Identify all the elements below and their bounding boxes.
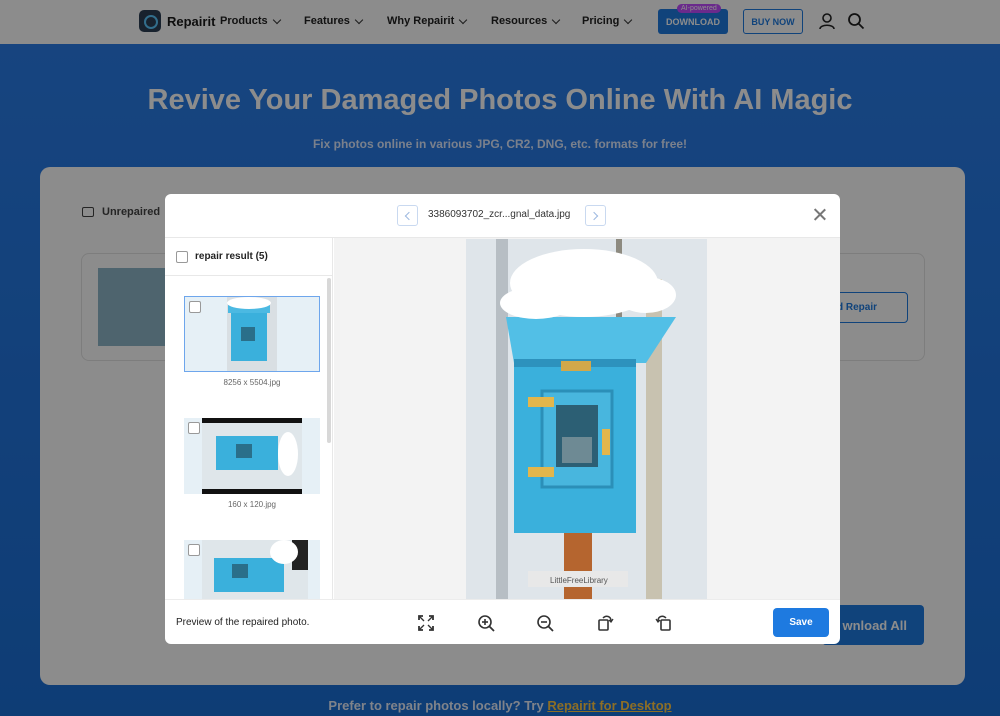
modal-header: 3386093702_zcr...gnal_data.jpg — [165, 194, 840, 238]
zoom-out-icon[interactable] — [536, 614, 554, 632]
result-item-caption: 160 x 120.jpg — [227, 500, 277, 509]
chevron-right-icon — [589, 211, 599, 220]
photo-thumbnail — [184, 540, 320, 599]
save-button[interactable]: Save — [773, 608, 829, 637]
little-free-library-image: LittleFreeLibrary — [466, 239, 707, 599]
previous-file-button[interactable] — [397, 205, 418, 226]
result-item[interactable] — [184, 418, 320, 494]
fullscreen-icon[interactable] — [417, 614, 435, 632]
item-checkbox[interactable] — [188, 422, 200, 434]
photo-thumbnail — [184, 418, 320, 494]
result-list-header: repair result (5) — [165, 238, 333, 276]
next-file-button[interactable] — [585, 205, 606, 226]
rotate-right-icon[interactable] — [655, 614, 673, 632]
modal-footer: Preview of the repaired photo. Save — [165, 599, 840, 644]
preview-modal: 3386093702_zcr...gnal_data.jpg repair re… — [165, 194, 840, 644]
item-checkbox[interactable] — [188, 544, 200, 556]
repaired-photo: LittleFreeLibrary — [466, 239, 707, 599]
result-item[interactable] — [184, 540, 320, 599]
list-scrollbar[interactable] — [327, 278, 331, 443]
photo-sign-text: LittleFreeLibrary — [550, 576, 608, 585]
result-count: repair result (5) — [195, 251, 268, 262]
photo-thumbnail — [185, 297, 319, 371]
rotate-left-icon[interactable] — [596, 614, 614, 632]
current-file-name: 3386093702_zcr...gnal_data.jpg — [428, 209, 571, 220]
result-list: repair result (5) 8256 x 5504.jpg 160 x … — [165, 238, 333, 599]
preview-caption: Preview of the repaired photo. — [176, 617, 310, 628]
select-all-checkbox[interactable] — [176, 250, 188, 263]
result-item[interactable] — [184, 296, 320, 372]
zoom-in-icon[interactable] — [477, 614, 495, 632]
close-icon[interactable] — [813, 208, 827, 222]
result-item-caption: 8256 x 5504.jpg — [223, 378, 281, 387]
chevron-left-icon — [404, 211, 414, 220]
item-checkbox[interactable] — [189, 301, 201, 313]
